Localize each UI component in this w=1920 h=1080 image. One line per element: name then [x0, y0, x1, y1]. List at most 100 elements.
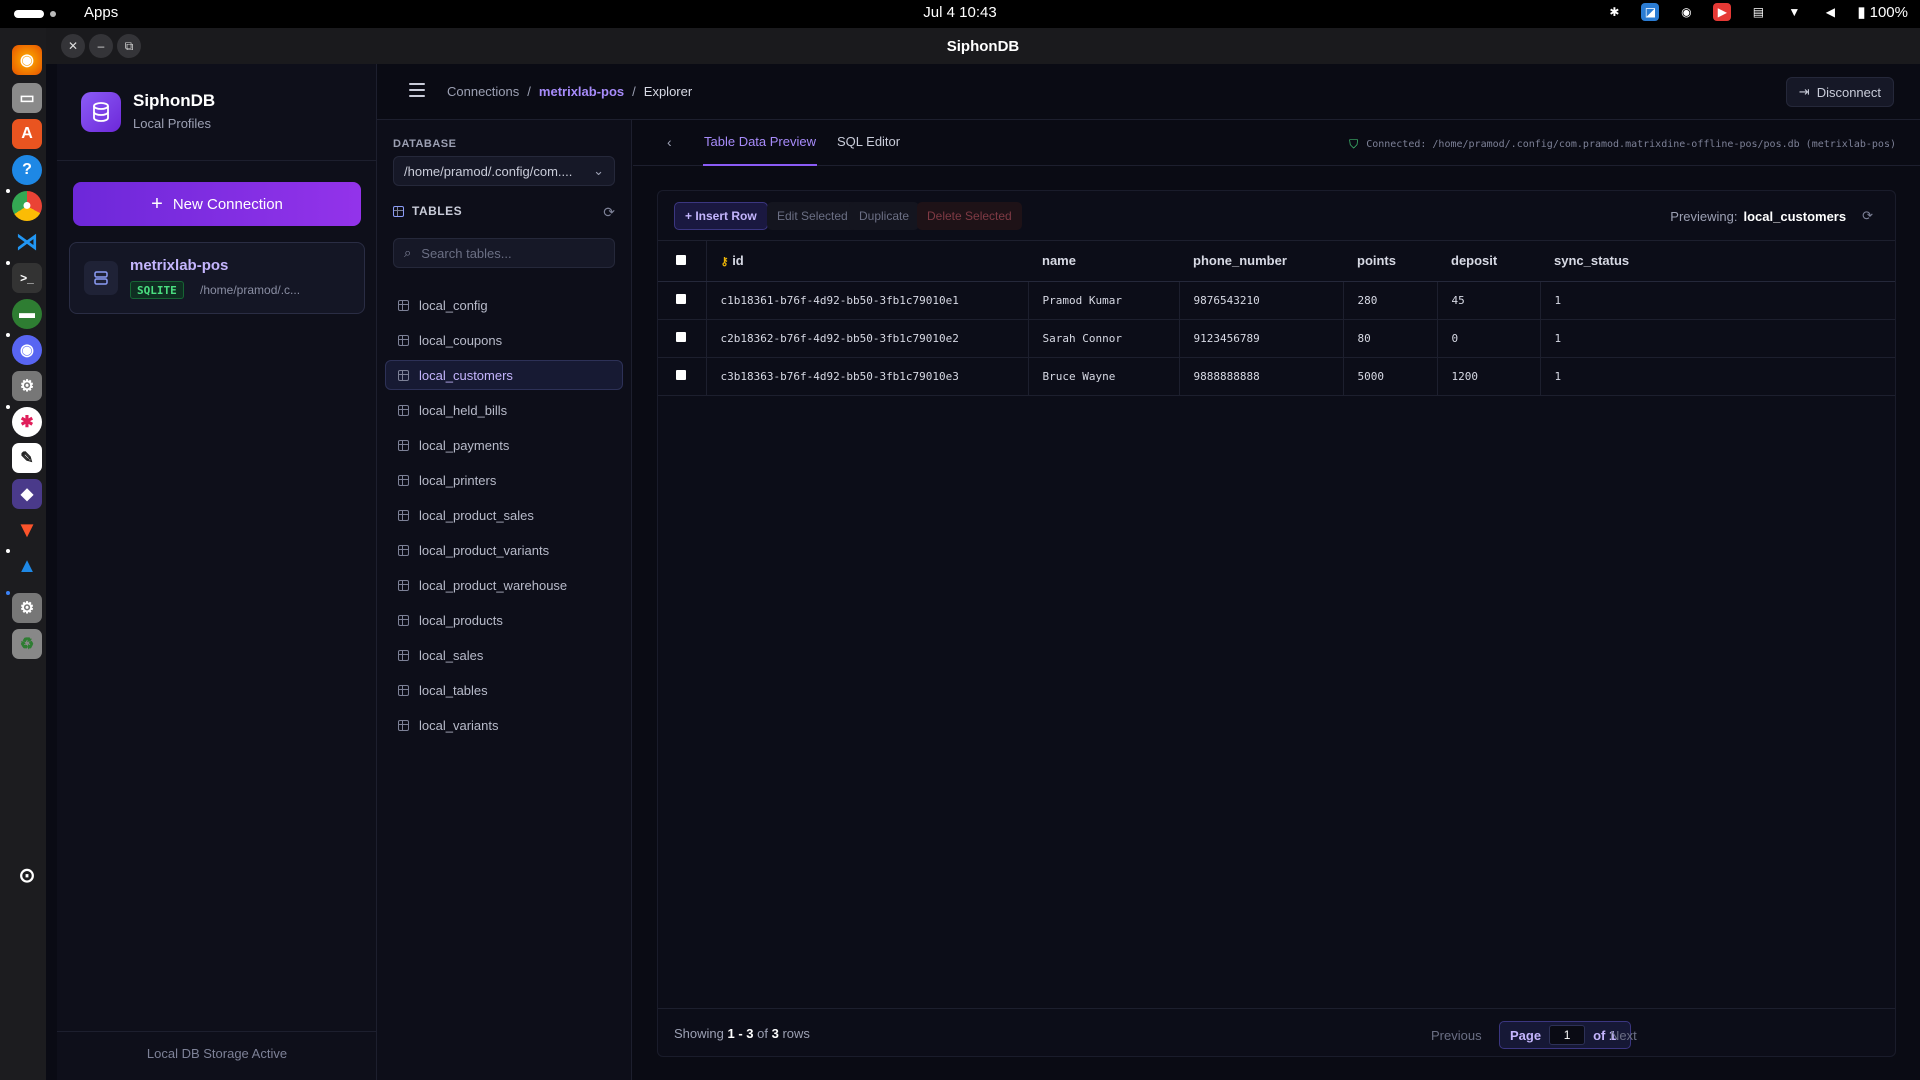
- edit-selected-button[interactable]: Edit Selected: [767, 202, 858, 230]
- system-settings-icon[interactable]: ⚙: [12, 593, 42, 623]
- database-select[interactable]: /home/pramod/.config/com.... ⌄: [393, 156, 615, 186]
- disconnect-button[interactable]: ⇥ Disconnect: [1785, 77, 1894, 107]
- discord-icon[interactable]: ◉: [12, 335, 42, 365]
- new-connection-button[interactable]: + New Connection: [73, 182, 361, 226]
- slack-tray-icon[interactable]: ✱: [1605, 3, 1623, 21]
- column-header-phone-number[interactable]: phone_number: [1179, 241, 1343, 282]
- cell-deposit[interactable]: 1200: [1437, 357, 1541, 396]
- next-page-button[interactable]: Next: [1610, 1021, 1637, 1049]
- connection-card[interactable]: metrixlab-pos SQLITE /home/pramod/.c...: [69, 242, 365, 314]
- close-window-button[interactable]: ✕: [61, 34, 85, 58]
- obsidian-icon[interactable]: ◆: [12, 479, 42, 509]
- chrome-icon[interactable]: ●: [12, 191, 42, 221]
- volume-icon[interactable]: ◀: [1821, 3, 1839, 21]
- table-list-item[interactable]: local_config: [385, 290, 623, 320]
- cell-deposit[interactable]: 45: [1437, 281, 1541, 320]
- table-row[interactable]: c2b18362-b76f-4d92-bb50-3fb1c79010e2 Sara…: [658, 319, 1895, 358]
- running-indicator: [6, 549, 10, 553]
- refresh-tables-icon[interactable]: ⟳: [603, 204, 615, 221]
- cell-name[interactable]: Sarah Connor: [1028, 319, 1180, 358]
- previous-page-button[interactable]: Previous: [1431, 1021, 1482, 1049]
- table-list-item[interactable]: local_tables: [385, 675, 623, 705]
- row-checkbox[interactable]: [658, 281, 707, 320]
- main-area: ‹ Table Data Preview SQL Editor ⛉ Connec…: [633, 120, 1920, 1080]
- table-list-item[interactable]: local_printers: [385, 465, 623, 495]
- breadcrumb-connection[interactable]: metrixlab-pos: [539, 84, 624, 99]
- apps-button[interactable]: Apps: [84, 4, 118, 21]
- terminal-icon[interactable]: >_: [12, 263, 42, 293]
- table-list-item[interactable]: local_product_warehouse: [385, 570, 623, 600]
- column-header-sync-status[interactable]: sync_status: [1540, 241, 1895, 282]
- menu-toggle-icon[interactable]: [409, 83, 425, 97]
- breadcrumb-connections[interactable]: Connections: [447, 84, 519, 99]
- wifi-icon[interactable]: ▼: [1785, 3, 1803, 21]
- cell-sync-status[interactable]: 1: [1540, 319, 1895, 358]
- minimize-window-button[interactable]: –: [89, 34, 113, 58]
- slack-icon[interactable]: ✱: [12, 407, 42, 437]
- refresh-icon[interactable]: ⟳: [1862, 208, 1873, 224]
- table-list-item[interactable]: local_variants: [385, 710, 623, 740]
- tab-table-data-preview[interactable]: Table Data Preview: [704, 134, 816, 149]
- tab-sql-editor[interactable]: SQL Editor: [837, 134, 900, 149]
- workspace-dot[interactable]: [50, 11, 56, 17]
- row-checkbox[interactable]: [658, 319, 707, 358]
- firefox-icon[interactable]: ◉: [12, 45, 42, 75]
- chevron-left-icon[interactable]: ‹: [667, 134, 672, 150]
- table-list-item[interactable]: local_coupons: [385, 325, 623, 355]
- table-list-item[interactable]: local_products: [385, 605, 623, 635]
- column-header-points[interactable]: points: [1343, 241, 1437, 282]
- cell-points[interactable]: 80: [1343, 319, 1438, 358]
- brave-icon[interactable]: ▼: [12, 515, 42, 545]
- table-row[interactable]: c3b18363-b76f-4d92-bb50-3fb1c79010e3 Bruc…: [658, 357, 1895, 396]
- show-apps-icon[interactable]: ⊙: [12, 860, 42, 890]
- maximize-window-button[interactable]: ⧉: [117, 34, 141, 58]
- cell-name[interactable]: Pramod Kumar: [1028, 281, 1180, 320]
- table-list-item[interactable]: local_sales: [385, 640, 623, 670]
- cell-name[interactable]: Bruce Wayne: [1028, 357, 1180, 396]
- settings-app-icon[interactable]: ⚙: [12, 371, 42, 401]
- table-list-item[interactable]: local_held_bills: [385, 395, 623, 425]
- vscode-icon[interactable]: ⋊: [12, 227, 42, 257]
- insert-row-button[interactable]: + Insert Row: [674, 202, 768, 230]
- battery-status[interactable]: ▮ 100%: [1857, 3, 1908, 22]
- cell-id[interactable]: c2b18362-b76f-4d92-bb50-3fb1c79010e2: [706, 319, 1029, 358]
- chat-icon[interactable]: ▬: [12, 299, 42, 329]
- recorder-tray-icon[interactable]: ▶: [1713, 3, 1732, 21]
- cell-sync-status[interactable]: 1: [1540, 281, 1895, 320]
- cell-phone-number[interactable]: 9888888888: [1179, 357, 1344, 396]
- column-header-id[interactable]: ⚷ id: [706, 241, 1028, 282]
- column-header-deposit[interactable]: deposit: [1437, 241, 1540, 282]
- inkscape-icon[interactable]: ✎: [12, 443, 42, 473]
- table-row[interactable]: c1b18361-b76f-4d92-bb50-3fb1c79010e1 Pram…: [658, 281, 1895, 320]
- cell-id[interactable]: c1b18361-b76f-4d92-bb50-3fb1c79010e1: [706, 281, 1029, 320]
- cell-phone-number[interactable]: 9876543210: [1179, 281, 1344, 320]
- cell-deposit[interactable]: 0: [1437, 319, 1541, 358]
- workspace-indicator[interactable]: [14, 10, 44, 18]
- select-all-checkbox[interactable]: [658, 241, 707, 282]
- cell-phone-number[interactable]: 9123456789: [1179, 319, 1344, 358]
- duplicate-button[interactable]: Duplicate: [849, 202, 920, 230]
- row-checkbox[interactable]: [658, 357, 707, 396]
- help-icon[interactable]: ?: [12, 155, 42, 185]
- discord-tray-icon[interactable]: ◉: [1677, 3, 1695, 21]
- page-number-input[interactable]: [1549, 1025, 1586, 1045]
- table-list-item[interactable]: local_customers: [385, 360, 623, 390]
- table-list-item[interactable]: local_product_sales: [385, 500, 623, 530]
- arch-icon[interactable]: ▲: [12, 551, 42, 581]
- cell-points[interactable]: 280: [1343, 281, 1438, 320]
- files-icon[interactable]: ▭: [12, 83, 42, 113]
- cell-id[interactable]: c3b18363-b76f-4d92-bb50-3fb1c79010e3: [706, 357, 1029, 396]
- table-list-item[interactable]: local_product_variants: [385, 535, 623, 565]
- column-header-name[interactable]: name: [1028, 241, 1179, 282]
- cell-points[interactable]: 5000: [1343, 357, 1438, 396]
- software-center-icon[interactable]: A: [12, 119, 42, 149]
- table-search[interactable]: ⌕: [393, 238, 615, 268]
- table-list-item[interactable]: local_payments: [385, 430, 623, 460]
- delete-selected-button[interactable]: Delete Selected: [917, 202, 1022, 230]
- cell-sync-status[interactable]: 1: [1540, 357, 1895, 396]
- table-search-input[interactable]: [421, 245, 592, 261]
- app-tray-icon[interactable]: ◪: [1641, 3, 1660, 21]
- table-name: local_coupons: [419, 332, 503, 348]
- trash-icon[interactable]: ♻: [12, 629, 42, 659]
- clipboard-icon[interactable]: ▤: [1749, 3, 1767, 21]
